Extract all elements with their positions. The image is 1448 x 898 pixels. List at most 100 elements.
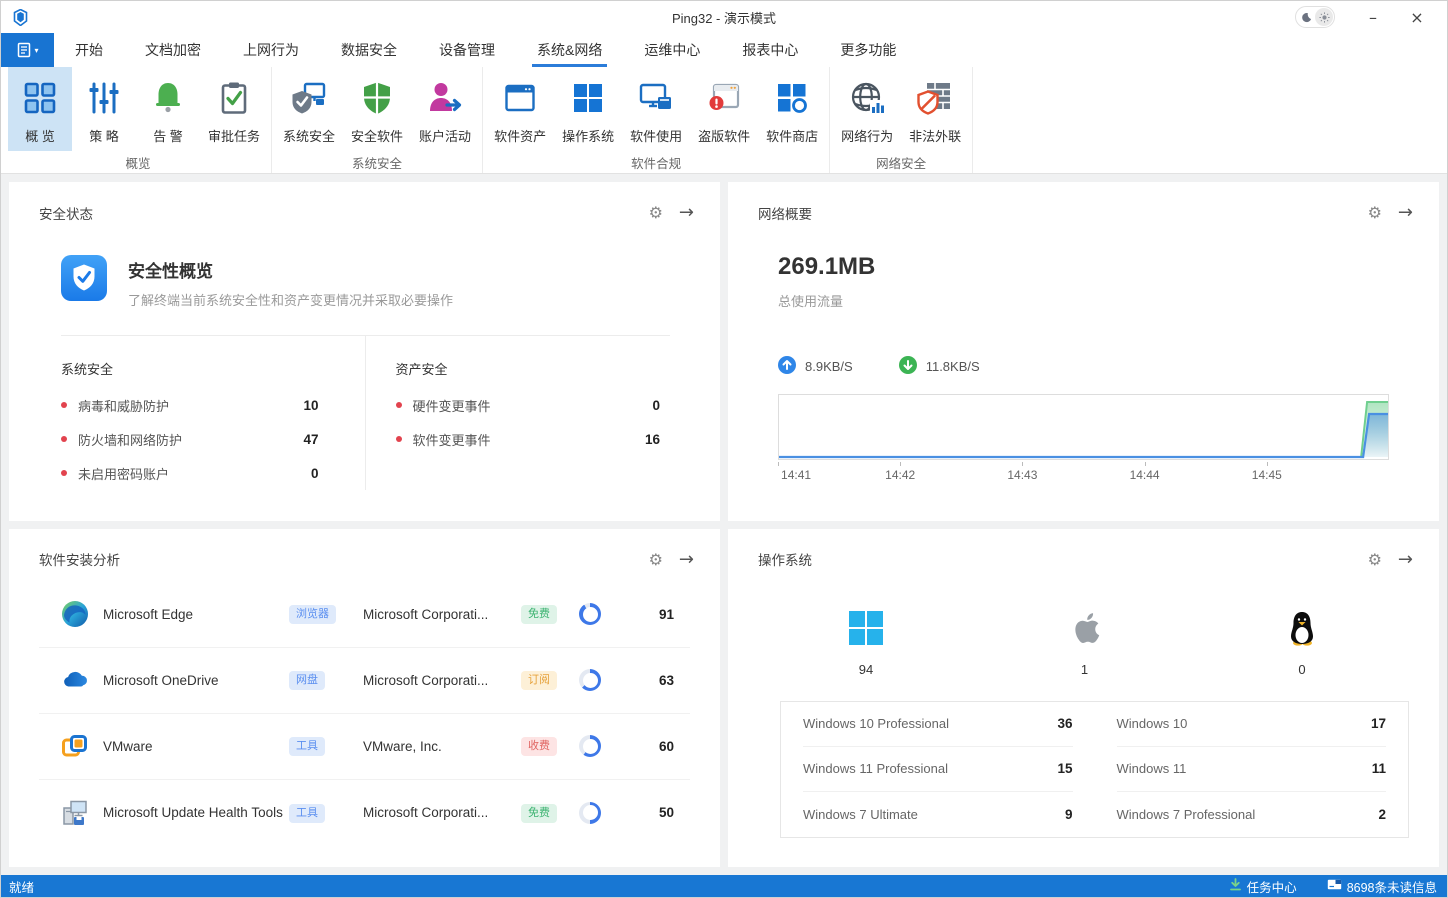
- arrow-right-icon[interactable]: →: [1398, 202, 1413, 223]
- window-title: Ping32 - 演示模式: [1, 8, 1447, 27]
- panel-title: 安全状态: [39, 203, 93, 223]
- ribbon-item-software-assets[interactable]: 软件资产: [486, 67, 554, 151]
- security-overview-title: 安全性概览: [128, 257, 453, 282]
- ribbon-item-software-store[interactable]: 软件商店: [758, 67, 826, 151]
- app-menu-button[interactable]: ▾: [1, 33, 54, 67]
- panel-operating-system: 操作系统 ⚙ → 94 1: [728, 529, 1439, 868]
- ribbon-item-overview[interactable]: 概 览: [8, 67, 72, 151]
- os-table-row[interactable]: Windows 10 Professional 36: [803, 702, 1073, 747]
- tick-label: 14:41: [781, 468, 811, 482]
- tab-report-center[interactable]: 报表中心: [721, 33, 819, 67]
- ribbon-item-approval-tasks[interactable]: 审批任务: [200, 67, 268, 151]
- stat-row-hardware-change[interactable]: 硬件变更事件 0: [396, 388, 661, 422]
- platform-count: 0: [1298, 662, 1305, 677]
- gear-icon[interactable]: ⚙: [649, 203, 663, 222]
- stat-row-software-change[interactable]: 软件变更事件 16: [396, 422, 661, 456]
- os-table-row[interactable]: Windows 7 Ultimate 9: [803, 792, 1073, 837]
- software-name: VMware: [103, 739, 289, 754]
- ribbon-item-operating-system[interactable]: 操作系统: [554, 67, 622, 151]
- ribbon-item-label: 盗版软件: [698, 126, 750, 145]
- security-software-icon: [356, 77, 398, 119]
- software-name: Microsoft Update Health Tools: [103, 805, 289, 820]
- os-table-row[interactable]: Windows 10 17: [1117, 702, 1387, 747]
- os-version-count: 11: [1372, 761, 1386, 776]
- ribbon-item-label: 网络行为: [841, 126, 893, 145]
- platform-count: 94: [859, 662, 873, 677]
- software-row-update-health-tools[interactable]: Microsoft Update Health Tools 工具 Microso…: [39, 780, 690, 846]
- os-table-row[interactable]: Windows 7 Professional 2: [1117, 792, 1387, 837]
- software-usage-icon: [635, 77, 677, 119]
- ribbon-item-label: 软件资产: [494, 126, 546, 145]
- software-row-edge[interactable]: Microsoft Edge 浏览器 Microsoft Corporati..…: [39, 582, 690, 648]
- os-version-count: 17: [1371, 716, 1386, 731]
- unread-messages-button[interactable]: 8698条未读信息: [1327, 877, 1437, 896]
- panel-title: 网络概要: [758, 203, 812, 223]
- ribbon-item-illegal-outlink[interactable]: 非法外联: [901, 67, 969, 151]
- ribbon-item-pirated-software[interactable]: 盗版软件: [690, 67, 758, 151]
- tab-data-security[interactable]: 数据安全: [320, 33, 418, 67]
- tab-more-features[interactable]: 更多功能: [819, 33, 917, 67]
- illegal-outlink-icon: [914, 77, 956, 119]
- panel-network-summary: 网络概要 ⚙ → 269.1MB 总使用流量 8.9KB/S: [728, 182, 1439, 521]
- panel-software-analysis: 软件安装分析 ⚙ → Microsoft Edge 浏览器 Microsoft …: [9, 529, 720, 868]
- tick-label: 14:45: [1252, 468, 1282, 482]
- install-count: 91: [617, 607, 674, 622]
- dashboard: 安全状态 ⚙ → 安全性概览 了解终端当前系统安全性和资产变更情况并采取必要操作: [1, 174, 1447, 875]
- os-platform-linux[interactable]: 0: [1285, 610, 1319, 677]
- progress-ring: [579, 603, 601, 625]
- stat-row-virus-threat[interactable]: 病毒和威胁防护 10: [61, 388, 319, 422]
- os-table-row[interactable]: Windows 11 11: [1117, 747, 1387, 792]
- ribbon-item-software-usage[interactable]: 软件使用: [622, 67, 690, 151]
- panel-security-status: 安全状态 ⚙ → 安全性概览 了解终端当前系统安全性和资产变更情况并采取必要操作: [9, 182, 720, 521]
- tab-system-network[interactable]: 系统&网络: [516, 33, 623, 67]
- unread-messages-label: 8698条未读信息: [1347, 877, 1437, 896]
- tab-web-behavior[interactable]: 上网行为: [222, 33, 320, 67]
- ribbon-item-account-activity[interactable]: 账户活动: [411, 67, 479, 151]
- install-count: 50: [617, 805, 674, 820]
- message-icon: [1327, 879, 1342, 893]
- ribbon-item-alerts[interactable]: 告 警: [136, 67, 200, 151]
- ribbon-item-system-security[interactable]: 系统安全: [275, 67, 343, 151]
- os-platform-apple[interactable]: 1: [1068, 610, 1102, 677]
- category-badge: 工具: [289, 737, 325, 756]
- os-table-row[interactable]: Windows 11 Professional 15: [803, 747, 1073, 792]
- ribbon: 概 览 策 略 告 警: [1, 67, 1447, 174]
- ribbon-group-system-security: 系统安全 安全软件 账户活动 系统安全: [272, 67, 483, 173]
- os-platform-windows[interactable]: 94: [848, 610, 884, 677]
- network-traffic-chart[interactable]: [778, 394, 1389, 460]
- ribbon-item-label: 概 览: [25, 126, 55, 145]
- stat-value: 10: [303, 398, 318, 413]
- app-window: Ping32 - 演示模式 – × ▾ 开始 文档加密 上网行为 数据安全 设备…: [0, 0, 1448, 898]
- overview-grid-icon: [19, 77, 61, 119]
- tab-device-mgmt[interactable]: 设备管理: [418, 33, 516, 67]
- vmware-logo-icon: [61, 732, 89, 760]
- os-version-label: Windows 10: [1117, 716, 1188, 731]
- arrow-right-icon[interactable]: →: [679, 549, 694, 570]
- stat-row-no-password[interactable]: 未启用密码账户 0: [61, 456, 319, 490]
- stat-label: 未启用密码账户: [78, 464, 300, 483]
- theme-toggle[interactable]: [1295, 6, 1335, 28]
- ribbon-item-network-behavior[interactable]: 网络行为: [833, 67, 901, 151]
- gear-icon[interactable]: ⚙: [1368, 550, 1382, 569]
- gear-icon[interactable]: ⚙: [649, 550, 663, 569]
- ribbon-item-policy[interactable]: 策 略: [72, 67, 136, 151]
- caret-down-icon: ▾: [34, 46, 38, 55]
- arrow-right-icon[interactable]: →: [1398, 549, 1413, 570]
- close-button[interactable]: ×: [1397, 3, 1437, 31]
- moon-icon[interactable]: [1297, 8, 1315, 26]
- arrow-right-icon[interactable]: →: [679, 202, 694, 223]
- gear-icon[interactable]: ⚙: [1368, 203, 1382, 222]
- upload-rate: 8.9KB/S: [778, 356, 853, 377]
- tab-doc-encryption[interactable]: 文档加密: [124, 33, 222, 67]
- security-overview-subtitle: 了解终端当前系统安全性和资产变更情况并采取必要操作: [128, 290, 453, 309]
- tab-ops-center[interactable]: 运维中心: [623, 33, 721, 67]
- sun-icon[interactable]: [1315, 8, 1333, 26]
- stat-row-firewall[interactable]: 防火墙和网络防护 47: [61, 422, 319, 456]
- minimize-button[interactable]: –: [1353, 3, 1393, 31]
- task-center-button[interactable]: 任务中心: [1229, 877, 1297, 896]
- tab-start[interactable]: 开始: [54, 33, 124, 67]
- software-vendor: Microsoft Corporati...: [363, 607, 521, 622]
- software-row-vmware[interactable]: VMware 工具 VMware, Inc. 收费 60: [39, 714, 690, 780]
- software-row-onedrive[interactable]: Microsoft OneDrive 网盘 Microsoft Corporat…: [39, 648, 690, 714]
- ribbon-item-security-software[interactable]: 安全软件: [343, 67, 411, 151]
